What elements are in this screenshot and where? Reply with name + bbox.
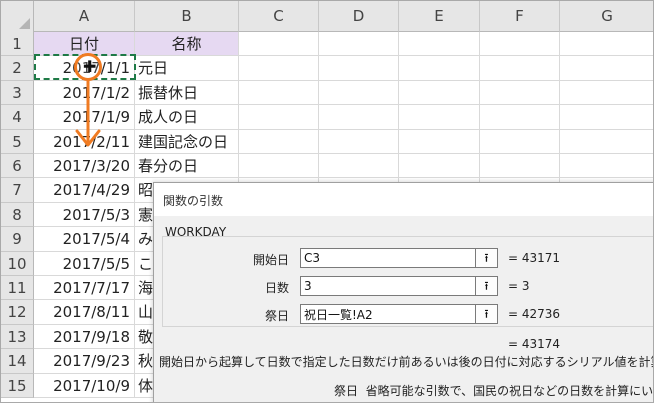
dialog-title: 関数の引数 — [163, 194, 224, 208]
empty-cell[interactable] — [560, 56, 653, 81]
empty-cell[interactable] — [560, 32, 653, 56]
start-date-result: = 43171 — [508, 251, 561, 265]
row-header[interactable]: 13 — [1, 325, 34, 349]
empty-cell[interactable] — [480, 105, 560, 130]
empty-cell[interactable] — [319, 154, 399, 178]
holidays-collapse-button[interactable]: ⭱ — [475, 304, 498, 324]
column-header-b[interactable]: B — [135, 1, 239, 32]
empty-cell[interactable] — [239, 32, 319, 56]
date-cell[interactable]: 2017/5/4 — [34, 227, 135, 252]
row-header[interactable]: 5 — [1, 130, 34, 154]
date-cell[interactable]: 2017/9/18 — [34, 325, 135, 349]
row-header[interactable]: 7 — [1, 178, 34, 203]
empty-cell[interactable] — [560, 105, 653, 130]
empty-cell[interactable] — [480, 130, 560, 154]
holidays-result: = 42736 — [508, 307, 561, 321]
name-cell[interactable]: 春分の日 — [135, 154, 239, 178]
empty-cell[interactable] — [480, 81, 560, 105]
date-cell[interactable]: 2017/8/11 — [34, 300, 135, 325]
row-header[interactable]: 1 — [1, 32, 34, 56]
date-cell[interactable]: 2017/4/29 — [34, 178, 135, 203]
row-header[interactable]: 10 — [1, 252, 34, 276]
start-date-input[interactable] — [300, 248, 490, 268]
cross-cursor-icon: ✚ — [83, 57, 97, 76]
column-header-a[interactable]: A — [34, 1, 135, 32]
argument-description-name: 祭日 — [334, 384, 359, 398]
empty-cell[interactable] — [480, 32, 560, 56]
arg-label-days: 日数 — [264, 281, 289, 295]
name-cell[interactable]: 元日 — [135, 56, 239, 81]
empty-cell[interactable] — [560, 154, 653, 178]
date-cell[interactable]: 2017/10/9 — [34, 374, 135, 398]
column-header-e[interactable]: E — [399, 1, 480, 32]
empty-cell[interactable] — [239, 81, 319, 105]
row-header[interactable]: 2 — [1, 56, 34, 81]
row-header[interactable]: 14 — [1, 349, 34, 374]
date-cell[interactable]: 2017/5/3 — [34, 203, 135, 227]
date-cell[interactable]: 2017/7/17 — [34, 276, 135, 300]
dialog-titlebar[interactable]: 関数の引数 — [154, 183, 653, 216]
name-cell[interactable]: 振替休日 — [135, 81, 239, 105]
empty-cell[interactable] — [399, 81, 480, 105]
empty-cell[interactable] — [480, 56, 560, 81]
empty-cell[interactable] — [319, 32, 399, 56]
start-date-collapse-button[interactable]: ⭱ — [475, 248, 498, 268]
empty-cell[interactable] — [560, 130, 653, 154]
column-header-g[interactable]: G — [560, 1, 653, 32]
empty-cell[interactable] — [239, 105, 319, 130]
empty-cell[interactable] — [399, 154, 480, 178]
row-header[interactable]: 12 — [1, 300, 34, 325]
select-all-icon — [19, 18, 30, 29]
row-header[interactable]: 6 — [1, 154, 34, 178]
spreadsheet-window: A B C D E F G 1 日付 名称 2 2017/1/1 元日 3 2017/1/2 振… — [0, 0, 654, 403]
function-description: 開始日から起算して日数で指定した日数だけ前あるいは後の日付に対応するシリアル値を… — [159, 355, 653, 369]
empty-cell[interactable] — [480, 154, 560, 178]
select-all-corner[interactable] — [1, 1, 34, 33]
empty-cell[interactable] — [239, 56, 319, 81]
empty-cell[interactable] — [319, 56, 399, 81]
column-header-d[interactable]: D — [319, 1, 399, 32]
empty-cell[interactable] — [319, 130, 399, 154]
row-header[interactable]: 9 — [1, 227, 34, 252]
argument-description: 祭日 省略可能な引数で、国民の祝日などの日数を計算にいれない — [334, 382, 654, 399]
row-header[interactable]: 15 — [1, 374, 34, 398]
drag-arrow-icon — [75, 79, 101, 147]
empty-cell[interactable] — [239, 130, 319, 154]
formula-result: = 43174 — [508, 337, 561, 351]
header-cell-name[interactable]: 名称 — [135, 32, 239, 56]
days-result: = 3 — [508, 279, 530, 293]
function-arguments-dialog: 関数の引数 WORKDAY 開始日 ⭱ = 43171 日数 ⭱ = 3 祭日 … — [153, 182, 654, 402]
empty-cell[interactable] — [239, 154, 319, 178]
date-cell[interactable]: 2017/9/23 — [34, 349, 135, 374]
column-header-f[interactable]: F — [480, 1, 560, 32]
days-collapse-button[interactable]: ⭱ — [475, 276, 498, 296]
column-header-c[interactable]: C — [239, 1, 319, 32]
empty-cell[interactable] — [560, 81, 653, 105]
row-header[interactable]: 8 — [1, 203, 34, 227]
row-header[interactable]: 11 — [1, 276, 34, 300]
name-cell[interactable]: 成人の日 — [135, 105, 239, 130]
empty-cell[interactable] — [399, 32, 480, 56]
empty-cell[interactable] — [319, 105, 399, 130]
empty-cell[interactable] — [399, 56, 480, 81]
arg-label-holidays: 祭日 — [264, 309, 289, 323]
name-cell[interactable]: 建国記念の日 — [135, 130, 239, 154]
empty-cell[interactable] — [319, 81, 399, 105]
row-header[interactable]: 4 — [1, 105, 34, 130]
arg-label-start-date: 開始日 — [252, 253, 289, 267]
empty-cell[interactable] — [399, 130, 480, 154]
argument-description-text: 省略可能な引数で、国民の祝日などの日数を計算にいれない — [365, 384, 654, 398]
holidays-input[interactable] — [300, 304, 490, 324]
row-header[interactable]: 3 — [1, 81, 34, 105]
date-cell[interactable]: 2017/5/5 — [34, 252, 135, 276]
empty-cell[interactable] — [399, 105, 480, 130]
days-input[interactable] — [300, 276, 490, 296]
